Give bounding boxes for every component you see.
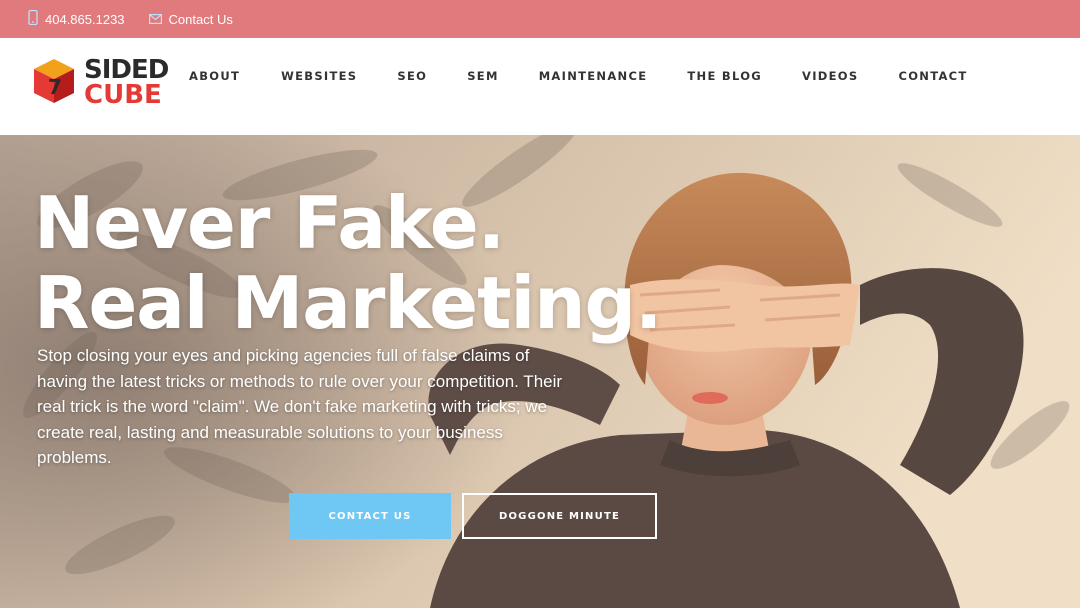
nav-maintenance[interactable]: MAINTENANCE <box>539 69 648 83</box>
logo-text-bottom: CUBE <box>84 80 162 107</box>
contact-link-label: Contact Us <box>168 11 233 27</box>
top-info-bar: 404.865.1233 Contact Us <box>0 0 1080 38</box>
site-logo[interactable]: 7 SIDED CUBE <box>32 51 192 110</box>
phone-icon <box>28 9 38 28</box>
nav-seo[interactable]: SEO <box>397 69 427 83</box>
nav-websites[interactable]: WEBSITES <box>281 69 357 83</box>
nav-sem[interactable]: SEM <box>467 69 498 83</box>
doggone-minute-button[interactable]: DOGGONE MINUTE <box>462 493 657 539</box>
hero-description: Stop closing your eyes and picking agenc… <box>37 346 563 467</box>
phone-number: 404.865.1233 <box>45 11 125 27</box>
main-header: 7 SIDED CUBE ABOUT WEBSITES SEO SEM MAIN… <box>0 38 1080 135</box>
mail-icon <box>148 12 162 27</box>
headline-line-1: Never Fake. <box>34 181 505 265</box>
nav-about[interactable]: ABOUT <box>189 69 240 83</box>
phone-link[interactable]: 404.865.1233 <box>28 9 125 28</box>
hero-section: Never Fake. Real Marketing. Stop closing… <box>0 135 1080 608</box>
nav-blog[interactable]: THE BLOG <box>687 69 762 83</box>
hero-headline: Never Fake. Real Marketing. <box>34 181 662 345</box>
nav-contact[interactable]: CONTACT <box>898 69 967 83</box>
contact-link[interactable]: Contact Us <box>148 11 233 27</box>
contact-us-button[interactable]: CONTACT US <box>289 493 451 539</box>
logo-mark: 7 <box>48 75 62 99</box>
headline-line-2: Real Marketing. <box>34 261 662 345</box>
main-nav: ABOUT WEBSITES SEO SEM MAINTENANCE THE B… <box>189 69 1008 83</box>
nav-videos[interactable]: VIDEOS <box>802 69 858 83</box>
